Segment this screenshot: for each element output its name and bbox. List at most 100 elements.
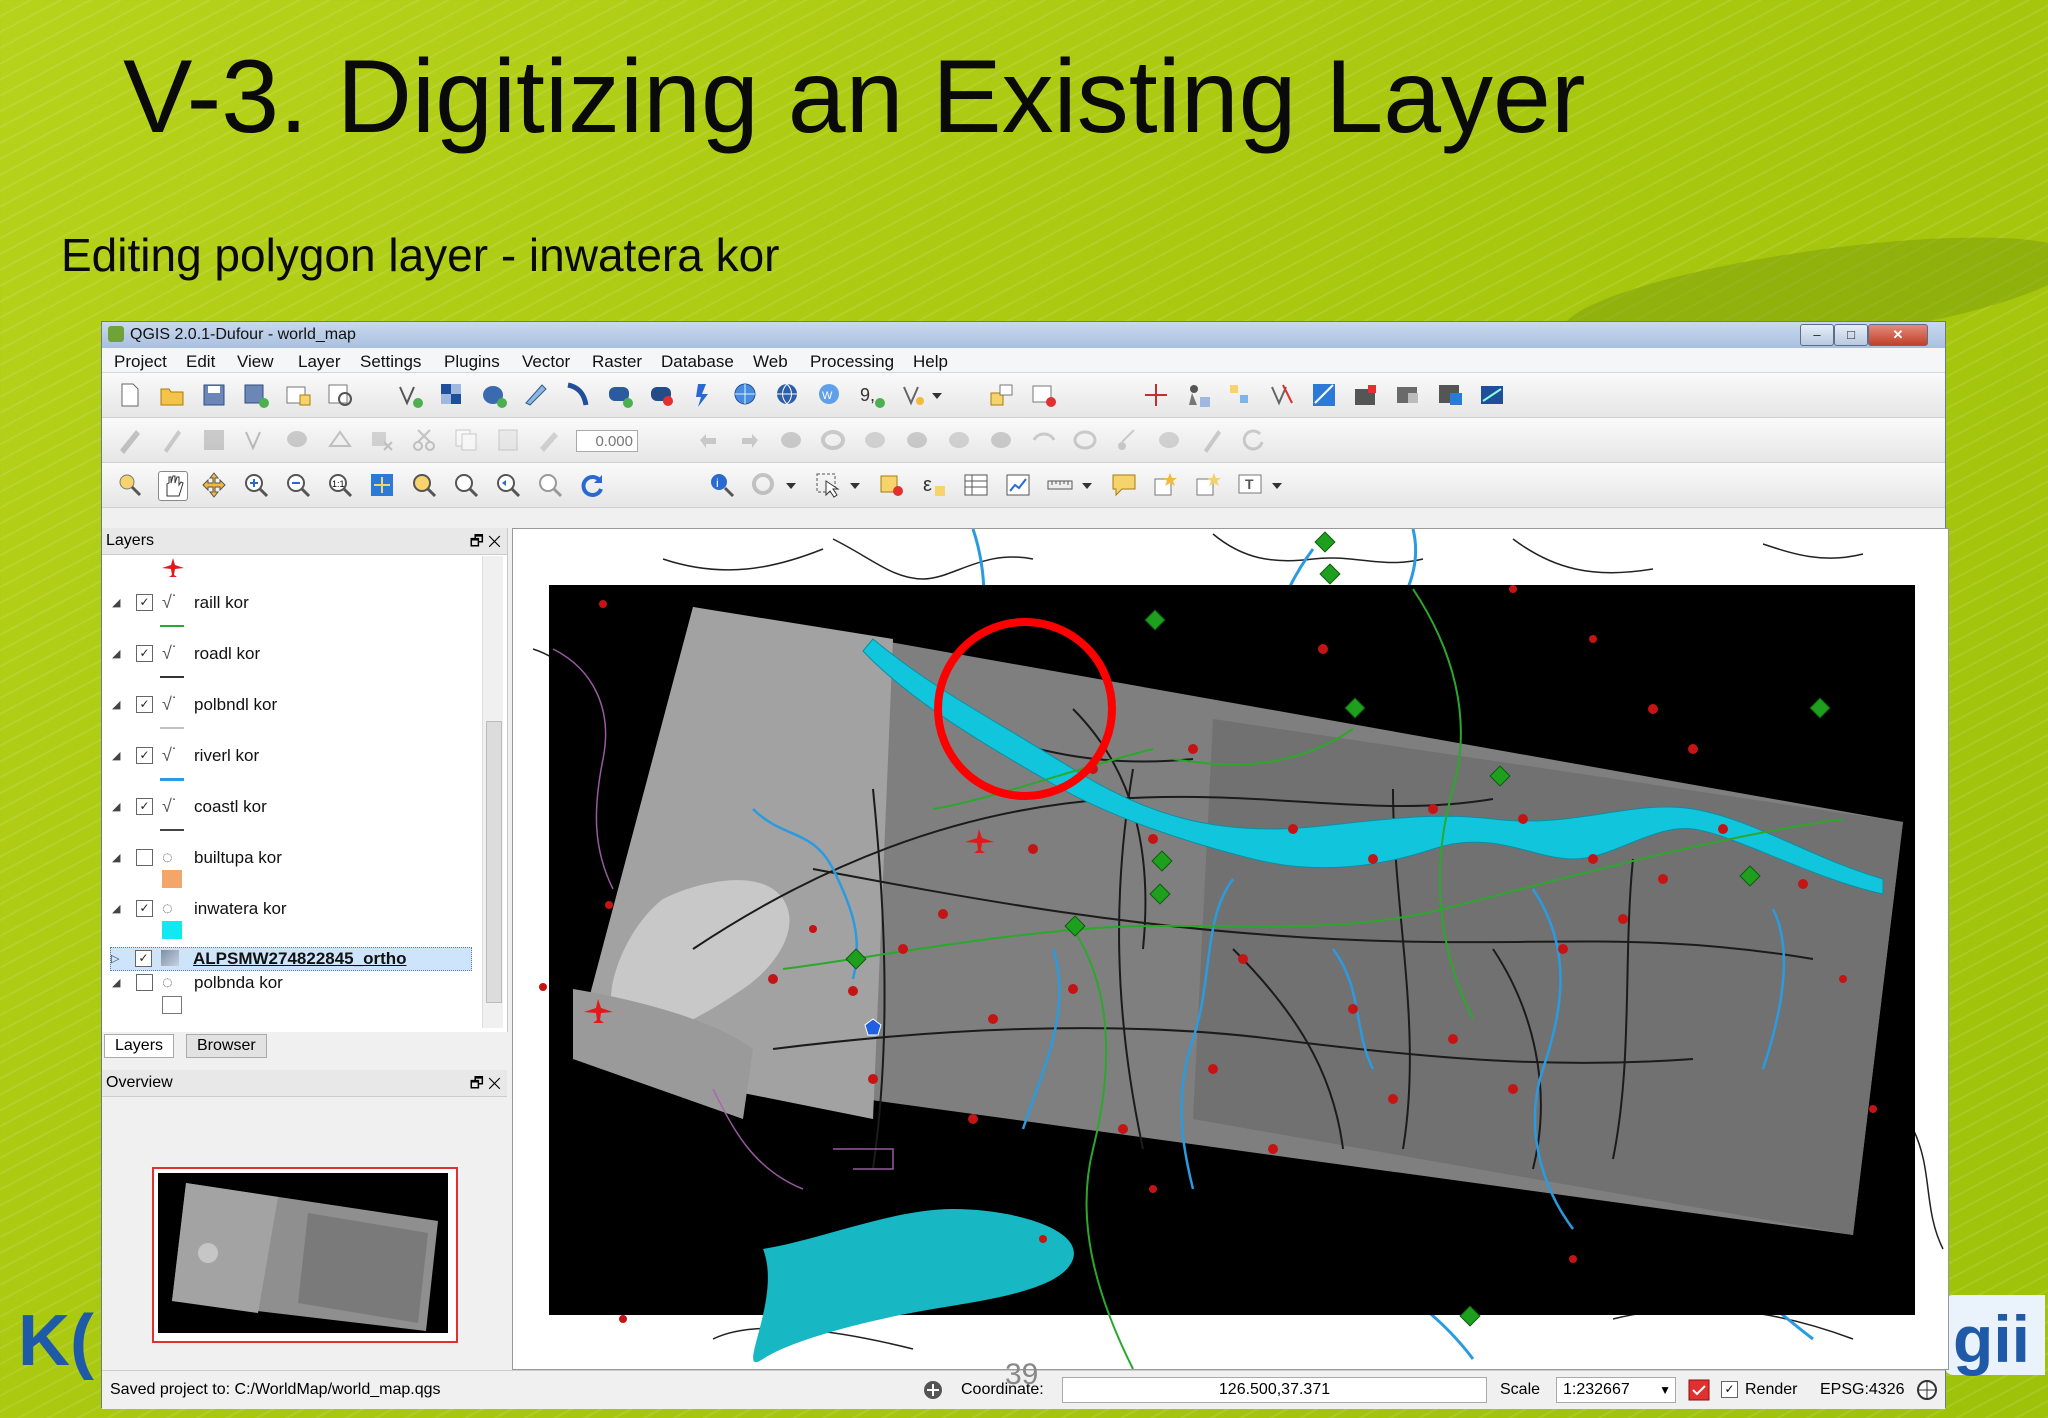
measure-dropdown-icon[interactable] (1080, 471, 1094, 499)
text-annotation-icon[interactable]: T (1236, 471, 1264, 499)
rotate-feature-icon[interactable] (1240, 426, 1268, 454)
expand-arrow-icon[interactable]: ◢ (112, 749, 120, 762)
fill-ring-icon[interactable] (904, 426, 932, 454)
save-project-icon[interactable] (200, 381, 228, 409)
show-bookmarks-icon[interactable] (1194, 471, 1222, 499)
add-virtual-layer-icon[interactable] (988, 381, 1016, 409)
menu-vector[interactable]: Vector (522, 352, 570, 372)
delete-part-icon[interactable] (988, 426, 1016, 454)
expand-arrow-icon[interactable]: ◢ (112, 647, 120, 660)
layer-visibility-checkbox[interactable]: ✓ (136, 747, 153, 764)
add-spatialite-layer-icon[interactable] (522, 381, 550, 409)
overview-panel-controls[interactable]: 🗗 ✕ (470, 1073, 501, 1098)
add-mssql-layer-icon[interactable] (564, 381, 592, 409)
zoom-to-selection-icon[interactable] (452, 471, 480, 499)
zoom-out-icon[interactable] (284, 471, 312, 499)
map-tips-icon[interactable] (1110, 471, 1138, 499)
annotation-dropdown-icon[interactable] (1270, 471, 1284, 499)
statistical-summary-icon[interactable] (1004, 471, 1032, 499)
layer-visibility-checkbox[interactable]: ✓ (136, 594, 153, 611)
close-button[interactable]: ✕ (1868, 324, 1928, 346)
layers-scrollbar[interactable] (482, 556, 503, 1028)
menu-processing[interactable]: Processing (810, 352, 894, 372)
zonal-statistics-icon[interactable] (1436, 381, 1464, 409)
add-postgis-layer-icon[interactable] (480, 381, 508, 409)
add-part-icon[interactable] (862, 426, 890, 454)
refresh-icon[interactable] (578, 471, 606, 499)
merge-features-icon[interactable] (1198, 426, 1226, 454)
expand-arrow-icon[interactable]: ◢ (112, 596, 120, 609)
coordinate-field[interactable]: 126.500,37.371 (1062, 1377, 1487, 1403)
menu-raster[interactable]: Raster (592, 352, 642, 372)
crs-status[interactable]: EPSG:4326 (1820, 1381, 1905, 1399)
collapse-arrow-icon[interactable]: ▷ (111, 952, 119, 965)
move-feature-icon[interactable] (284, 426, 312, 454)
layer-visibility-checkbox[interactable]: ✓ (136, 798, 153, 815)
touch-zoom-icon[interactable] (116, 471, 144, 499)
expand-arrow-icon[interactable]: ◢ (112, 698, 120, 711)
topology-checker-icon[interactable] (1268, 381, 1296, 409)
scale-combobox[interactable]: 1:232667 ▼ (1556, 1377, 1676, 1403)
menu-project[interactable]: Project (114, 352, 167, 372)
expand-arrow-icon[interactable]: ◢ (112, 851, 120, 864)
pan-to-selection-icon[interactable] (200, 471, 228, 499)
add-gpx-layer-icon[interactable]: 9, (858, 381, 886, 409)
gps-tool-icon[interactable] (1184, 381, 1212, 409)
zoom-in-icon[interactable] (242, 471, 270, 499)
menu-layer[interactable]: Layer (298, 352, 341, 372)
menu-view[interactable]: View (237, 352, 274, 372)
delete-selected-icon[interactable] (368, 426, 396, 454)
identify-features-icon[interactable]: i (708, 471, 736, 499)
stop-render-icon[interactable] (1687, 1378, 1711, 1402)
title-bar[interactable]: QGIS 2.0.1-Dufour - world_map – □ ✕ (102, 322, 1945, 348)
menu-web[interactable]: Web (753, 352, 788, 372)
add-raster-layer-icon[interactable] (438, 381, 466, 409)
minimize-button[interactable]: – (1800, 324, 1834, 346)
composer-manager-icon[interactable] (326, 381, 354, 409)
scale-dropdown-arrow-icon[interactable]: ▼ (1659, 1378, 1671, 1402)
add-wcs-layer-icon[interactable] (732, 381, 760, 409)
tab-layers[interactable]: Layers (104, 1034, 175, 1058)
new-bookmark-icon[interactable] (1152, 471, 1180, 499)
add-oracle-layer-icon[interactable] (606, 381, 634, 409)
undo-icon[interactable] (694, 426, 722, 454)
add-sql-anywhere-layer-icon[interactable] (648, 381, 676, 409)
raster-calculator-icon[interactable] (1478, 381, 1506, 409)
new-print-composer-icon[interactable] (284, 381, 312, 409)
georeferencer-icon[interactable] (1310, 381, 1338, 409)
zoom-to-layer-icon[interactable] (410, 471, 438, 499)
add-wms-layer-icon[interactable] (690, 381, 718, 409)
save-layer-edits-icon[interactable] (200, 426, 228, 454)
redo-icon[interactable] (736, 426, 764, 454)
simplify-feature-icon[interactable] (778, 426, 806, 454)
delete-ring-icon[interactable] (946, 426, 974, 454)
expand-arrow-icon[interactable]: ◢ (112, 976, 120, 989)
save-as-icon[interactable] (242, 381, 270, 409)
new-project-icon[interactable] (116, 381, 144, 409)
add-wfs-layer-icon[interactable] (774, 381, 802, 409)
menu-help[interactable]: Help (913, 352, 948, 372)
digitize-crosshair-icon[interactable] (1142, 381, 1170, 409)
add-delimited-text-layer-icon[interactable]: W (816, 381, 844, 409)
select-by-expression-icon[interactable]: ε (920, 471, 948, 499)
db-manager-icon[interactable] (1394, 381, 1422, 409)
remove-layer-icon[interactable] (1030, 381, 1058, 409)
crs-globe-icon[interactable] (1916, 1379, 1938, 1401)
render-checkbox[interactable]: ✓ (1721, 1381, 1738, 1398)
tab-browser[interactable]: Browser (186, 1034, 267, 1058)
menu-edit[interactable]: Edit (186, 352, 215, 372)
open-attribute-table-icon[interactable] (962, 471, 990, 499)
current-edits-icon[interactable] (116, 426, 144, 454)
layer-visibility-checkbox[interactable] (136, 974, 153, 991)
menu-settings[interactable]: Settings (360, 352, 421, 372)
new-shapefile-layer-icon[interactable] (900, 381, 928, 409)
layers-panel-controls[interactable]: 🗗 ✕ (470, 531, 501, 556)
zoom-full-icon[interactable] (368, 471, 396, 499)
layer-visibility-checkbox[interactable]: ✓ (136, 900, 153, 917)
layer-visibility-checkbox[interactable]: ✓ (136, 645, 153, 662)
run-feature-action-icon[interactable] (750, 471, 778, 499)
menu-database[interactable]: Database (661, 352, 734, 372)
coordinate-toggle-icon[interactable] (922, 1379, 944, 1401)
zoom-last-icon[interactable] (494, 471, 522, 499)
copy-features-icon[interactable] (452, 426, 480, 454)
